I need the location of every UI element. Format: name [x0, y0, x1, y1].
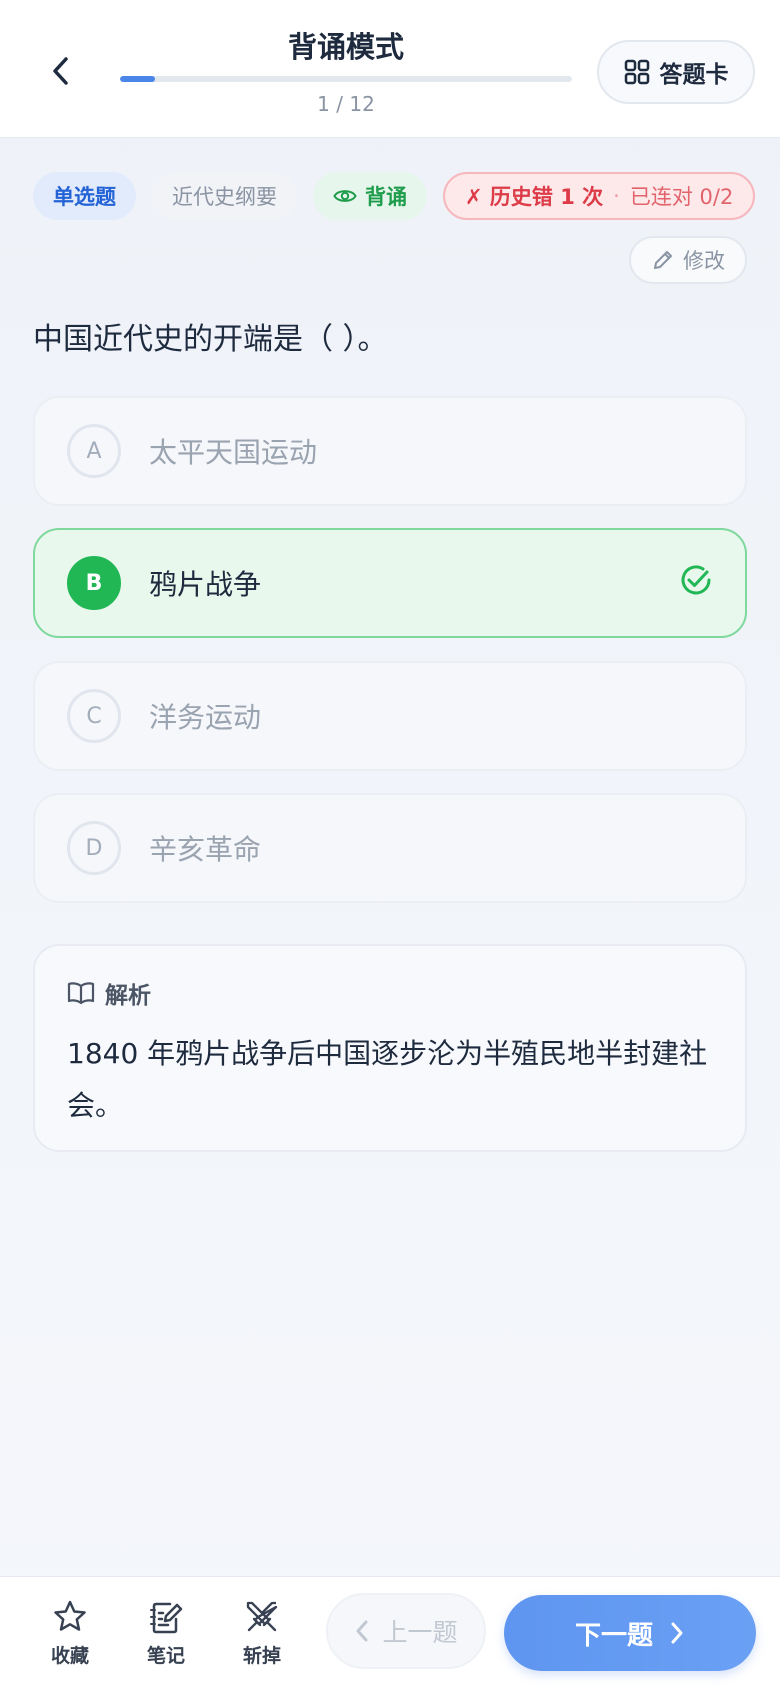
history-badge: ✗ 历史错 1 次 · 已连对 0/2	[443, 172, 756, 220]
chevron-left-icon	[356, 1620, 368, 1642]
edit-button[interactable]: 修改	[629, 236, 747, 284]
star-icon	[54, 1600, 86, 1631]
mode-badge: 背诵	[313, 172, 427, 220]
top-bar: 背诵模式 1 / 12 答题卡	[0, 0, 780, 138]
next-question-button[interactable]: 下一题	[504, 1595, 756, 1671]
analysis-panel: 解析 1840 年鸦片战争后中国逐步沦为半殖民地半封建社会。	[33, 944, 747, 1152]
favorite-button[interactable]: 收藏	[35, 1599, 105, 1668]
analysis-title: 解析	[105, 983, 151, 1009]
option-letter: D	[67, 821, 121, 875]
bottom-bar: 收藏 笔记 斩掉 上一题 下一题	[0, 1576, 780, 1688]
note-label: 笔记	[146, 1645, 185, 1667]
question-type-badge: 单选题	[33, 172, 136, 220]
option-text: 太平天国运动	[149, 436, 318, 469]
eye-icon	[333, 190, 357, 202]
mode-label: 背诵	[365, 185, 407, 209]
option-letter: B	[67, 556, 121, 610]
option-d[interactable]: D 辛亥革命	[33, 793, 747, 903]
book-open-icon	[67, 982, 95, 1005]
pencil-icon	[654, 251, 672, 269]
separator-dot: ·	[613, 184, 620, 208]
next-label: 下一题	[574, 1620, 653, 1651]
favorite-label: 收藏	[50, 1645, 89, 1667]
option-c[interactable]: C 洋务运动	[33, 661, 747, 771]
remove-label: 斩掉	[242, 1645, 281, 1667]
answer-card-label: 答题卡	[659, 62, 729, 88]
page-title: 背诵模式	[287, 30, 404, 64]
option-letter: C	[67, 689, 121, 743]
streak-text: 已连对 0/2	[629, 185, 734, 209]
prev-question-button[interactable]: 上一题	[326, 1593, 486, 1669]
question-tags: 单选题 近代史纲要 背诵 ✗ 历史错 1 次 · 已连对 0/2	[33, 172, 756, 220]
analysis-text: 1840 年鸦片战争后中国逐步沦为半殖民地半封建社会。	[67, 1037, 708, 1122]
check-circle-icon	[681, 565, 711, 595]
edit-label: 修改	[683, 249, 725, 273]
option-text: 辛亥革命	[149, 833, 262, 866]
option-b[interactable]: B 鸦片战争	[33, 528, 747, 638]
grid-icon	[624, 59, 649, 85]
progress-fill	[120, 76, 155, 82]
option-letter: A	[67, 424, 121, 478]
note-button[interactable]: 笔记	[131, 1599, 201, 1668]
progress-text: 1 / 12	[317, 92, 375, 116]
answer-card-button[interactable]: 答题卡	[597, 40, 755, 104]
remove-button[interactable]: 斩掉	[227, 1599, 297, 1668]
prev-label: 上一题	[382, 1618, 458, 1647]
crossed-swords-icon	[246, 1601, 278, 1632]
progress-bar	[120, 76, 572, 82]
history-error-text: ✗ 历史错 1 次	[465, 185, 604, 209]
question-text: 中国近代史的开端是（ ）。	[33, 322, 388, 357]
chevron-right-icon	[671, 1622, 683, 1644]
analysis-heading: 解析	[67, 976, 151, 1010]
note-edit-icon	[150, 1602, 183, 1634]
option-text: 鸦片战争	[149, 568, 262, 601]
subject-badge: 近代史纲要	[152, 172, 297, 220]
option-text: 洋务运动	[149, 701, 262, 734]
option-a[interactable]: A 太平天国运动	[33, 396, 747, 506]
